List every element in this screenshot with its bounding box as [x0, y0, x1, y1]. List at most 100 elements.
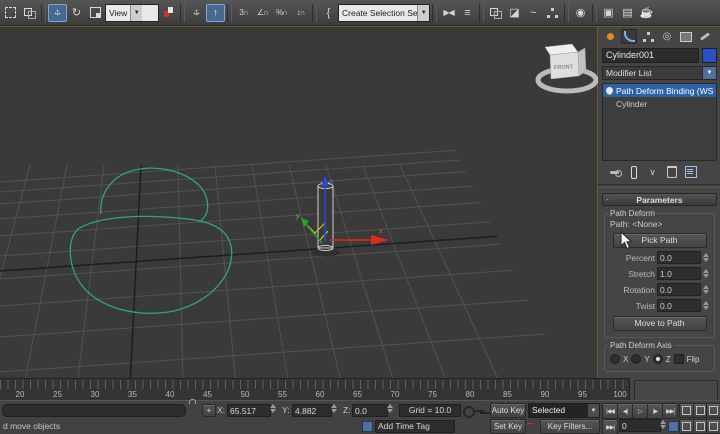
percent-snap-icon[interactable]: %∩: [272, 4, 291, 22]
track-bar[interactable]: 20 25 30 35 40 45 50 55 60 65 70 75 80 8…: [0, 378, 630, 400]
twist-label: Twist: [635, 300, 655, 311]
viewport-canvas: z y x FRONT: [0, 43, 599, 379]
named-selection-set-dropdown[interactable]: Create Selection Se ▼: [338, 3, 430, 22]
twist-spinner[interactable]: [703, 301, 709, 310]
align-icon[interactable]: ≡: [458, 4, 477, 22]
go-to-end-button[interactable]: ▶▶|: [662, 403, 678, 419]
zoom-extents-all-button[interactable]: [706, 403, 720, 418]
move-to-path-button[interactable]: Move to Path: [612, 316, 707, 331]
y-coordinate-field[interactable]: [292, 404, 332, 417]
set-key-button[interactable]: Set Key: [490, 419, 526, 434]
rendered-frame-window-icon[interactable]: ▤: [618, 4, 637, 22]
twist-field[interactable]: [657, 299, 701, 312]
pan-view-button[interactable]: [679, 419, 694, 434]
rotation-spinner[interactable]: [703, 285, 709, 294]
mirror-icon[interactable]: ▶◀: [439, 4, 458, 22]
go-to-start-button[interactable]: |◀◀: [602, 403, 618, 419]
modifier-on-off-bulb-icon[interactable]: [606, 87, 613, 94]
axis-z-radio[interactable]: [652, 354, 663, 364]
frame-tick-label: 20: [15, 390, 25, 399]
cylinder-object[interactable]: [312, 182, 340, 257]
edit-named-selection-sets-icon[interactable]: {: [319, 4, 338, 22]
remove-modifier-icon[interactable]: [665, 166, 678, 179]
rectangular-selection-region-icon[interactable]: [1, 4, 20, 22]
reference-coordinate-system-dropdown[interactable]: View ▼: [105, 3, 159, 22]
toolbar-separator: [227, 3, 232, 22]
show-end-result-icon[interactable]: [627, 165, 640, 179]
axis-y-radio[interactable]: [631, 354, 642, 364]
y-coordinate-spinner[interactable]: [331, 404, 337, 413]
current-frame-field[interactable]: [619, 419, 661, 432]
select-and-rotate-button[interactable]: ↻: [67, 4, 86, 22]
key-filter-selection-dropdown[interactable]: Selected ▼: [528, 403, 600, 418]
stretch-label: Stretch: [628, 268, 655, 279]
stretch-spinner[interactable]: [703, 269, 709, 278]
auto-key-button[interactable]: Auto Key: [490, 403, 526, 418]
z-coordinate-field[interactable]: [352, 404, 388, 417]
tab-modify-icon[interactable]: [621, 29, 637, 44]
z-coordinate-spinner[interactable]: [387, 404, 393, 413]
manage-layers-icon[interactable]: [486, 4, 505, 22]
select-and-manipulate-icon[interactable]: ↔ ↕: [187, 4, 206, 22]
tab-motion-icon[interactable]: ◎: [659, 29, 675, 44]
key-filters-button[interactable]: Key Filters...: [540, 419, 600, 434]
tab-utilities-icon[interactable]: [697, 29, 713, 44]
time-configuration-icon[interactable]: [668, 421, 679, 432]
mouse-cursor: [620, 231, 633, 250]
tab-hierarchy-icon[interactable]: [640, 29, 656, 44]
pin-stack-icon[interactable]: [608, 166, 622, 179]
key-mode-toggle-button[interactable]: ▶▶|: [602, 419, 618, 434]
object-color-swatch[interactable]: [702, 48, 717, 63]
render-setup-icon[interactable]: ▣: [599, 4, 618, 22]
tab-display-icon[interactable]: [678, 29, 694, 44]
frame-tick-label: 100: [613, 390, 627, 399]
configure-modifier-sets-icon[interactable]: [684, 166, 697, 179]
frame-spinner[interactable]: [660, 420, 666, 429]
render-production-icon[interactable]: ☕: [637, 4, 656, 22]
keyboard-shortcut-override-icon[interactable]: ↑: [206, 3, 225, 22]
graph-editors-icon[interactable]: ◪: [505, 4, 524, 22]
modifier-stack-item-cylinder[interactable]: Cylinder: [603, 97, 716, 110]
perspective-viewport[interactable]: z y x FRONT: [0, 26, 599, 379]
frame-tick-label: 90: [540, 390, 550, 399]
flip-checkbox[interactable]: [673, 354, 684, 364]
rotation-field[interactable]: [657, 283, 701, 296]
stretch-field[interactable]: [657, 267, 701, 280]
absolute-mode-transform-icon[interactable]: +: [202, 404, 216, 417]
zoom-viewport-button[interactable]: [679, 403, 694, 418]
tab-create-icon[interactable]: [602, 29, 618, 44]
spinner-snap-icon[interactable]: ↕∩: [291, 4, 310, 22]
gizmo-x-label: x: [379, 228, 383, 235]
material-editor-icon[interactable]: ◉: [571, 4, 590, 22]
maximize-viewport-toggle-button[interactable]: [706, 419, 720, 434]
make-unique-icon[interactable]: ∨: [646, 166, 659, 179]
angle-snap-icon[interactable]: ∠∩: [253, 4, 272, 22]
snaps-toggle-icon[interactable]: 3∩: [234, 4, 253, 22]
previous-frame-button[interactable]: ◀|: [617, 403, 633, 419]
schematic-view-icon[interactable]: [543, 4, 562, 22]
next-frame-button[interactable]: |▶: [647, 403, 663, 419]
modifier-list-dropdown[interactable]: Modifier List ▼: [602, 66, 717, 80]
gizmo-y-label: y: [296, 213, 300, 220]
select-and-move-button[interactable]: ↔ ↕: [48, 3, 67, 22]
x-coordinate-field[interactable]: [227, 404, 271, 417]
gizmo-z-label: z: [330, 179, 334, 186]
viewcube[interactable]: FRONT: [535, 43, 599, 94]
select-and-scale-button[interactable]: [86, 4, 105, 22]
object-name-field[interactable]: Cylinder001: [602, 48, 699, 63]
x-coordinate-spinner[interactable]: [270, 404, 276, 413]
viewcube-side-face[interactable]: [577, 47, 587, 77]
status-line-field[interactable]: [2, 404, 186, 417]
use-pivot-point-center-icon[interactable]: [159, 4, 178, 22]
curve-editor-icon[interactable]: ~: [524, 4, 543, 22]
add-time-tag-field[interactable]: Add Time Tag: [375, 420, 455, 433]
play-button[interactable]: ▷: [632, 403, 648, 419]
parameters-rollout-header[interactable]: - Parameters: [602, 193, 717, 206]
window-crossing-toggle-icon[interactable]: [20, 4, 39, 22]
percent-field[interactable]: [657, 251, 701, 264]
percent-spinner[interactable]: [703, 253, 709, 262]
axis-x-radio[interactable]: [610, 354, 620, 364]
frame-tick-label: 80: [465, 390, 475, 399]
modifier-stack-item-path-deform-binding[interactable]: Path Deform Binding (WS: [603, 84, 716, 97]
command-panel-tabs: ◎: [598, 27, 720, 45]
